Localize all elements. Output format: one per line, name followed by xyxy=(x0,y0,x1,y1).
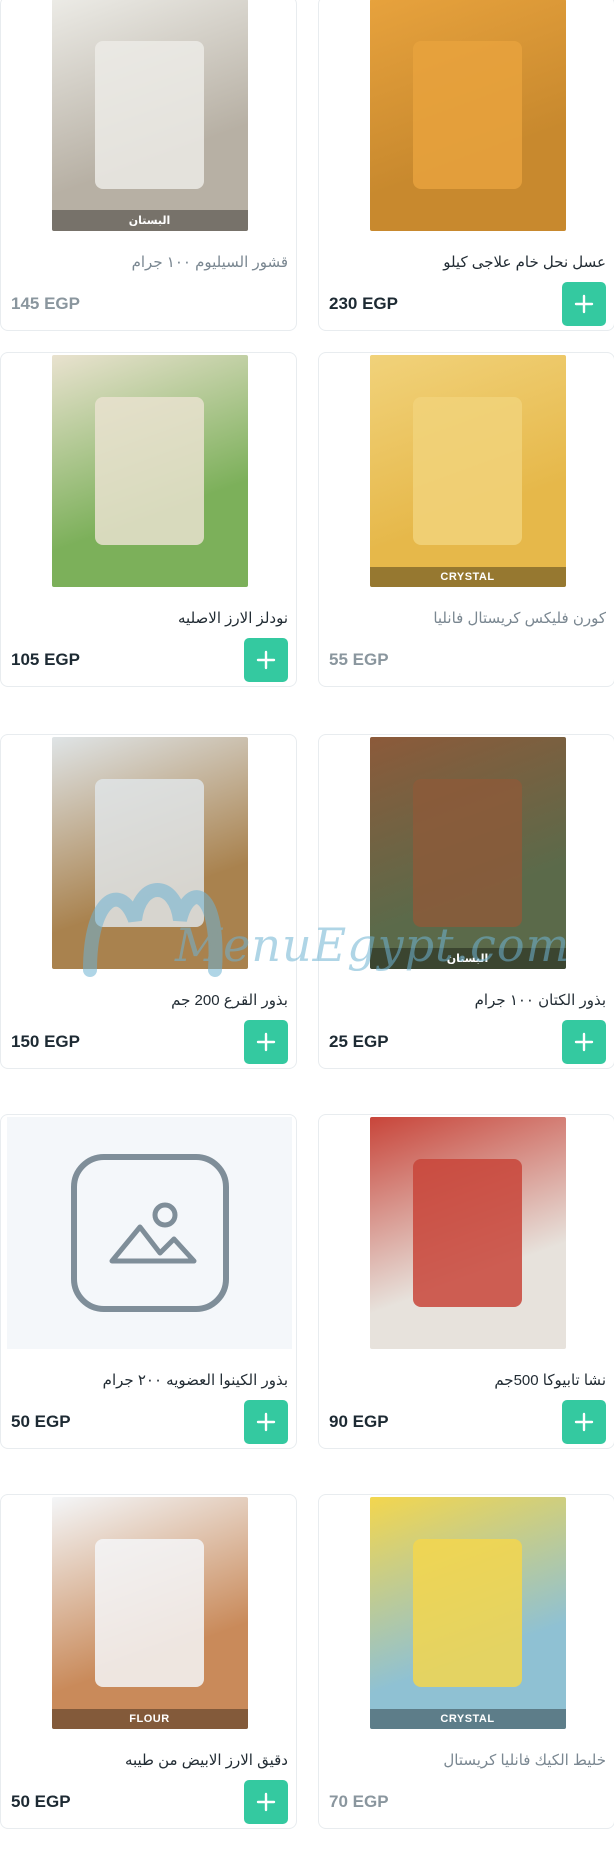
add-to-cart-button[interactable] xyxy=(244,638,288,682)
product-price: 150 EGP xyxy=(11,1032,80,1051)
plus-icon xyxy=(574,294,594,314)
product-card[interactable]: بذور الكينوا العضويه ٢٠٠ جرام 50 EGP xyxy=(0,1114,297,1449)
product-title[interactable]: بذور الكتان ١٠٠ جرام xyxy=(327,991,606,1009)
plus-icon xyxy=(574,1032,594,1052)
plus-icon xyxy=(256,1032,276,1052)
product-price: 70 EGP xyxy=(329,1792,389,1811)
product-image-container[interactable] xyxy=(325,1117,610,1349)
product-image-container[interactable] xyxy=(7,737,292,969)
product-photo-label: البستان xyxy=(369,948,566,969)
product-title[interactable]: دقيق الارز الابيض من طيبه xyxy=(9,1751,288,1769)
add-to-cart-button[interactable] xyxy=(562,1020,606,1064)
product-price: 230 EGP xyxy=(329,294,398,313)
product-card[interactable]: البستان بذور الكتان ١٠٠ جرام 25 EGP xyxy=(318,734,614,1069)
add-to-cart-button[interactable] xyxy=(244,1020,288,1064)
honey-jar-photo xyxy=(369,0,566,231)
product-card[interactable]: البستان قشور السيليوم ١٠٠ جرام 145 EGP xyxy=(0,0,297,331)
image-placeholder-icon xyxy=(7,1117,292,1349)
product-price: 25 EGP xyxy=(329,1032,389,1051)
product-title[interactable]: عسل نحل خام علاجى كيلو xyxy=(327,253,606,271)
cake-mix-box-photo: Crystal xyxy=(369,1497,566,1729)
plus-icon xyxy=(256,1792,276,1812)
product-title[interactable]: قشور السيليوم ١٠٠ جرام xyxy=(9,253,288,271)
plus-icon xyxy=(574,1412,594,1432)
product-title[interactable]: خليط الكيك فانليا كريستال xyxy=(327,1751,606,1769)
plus-icon xyxy=(256,1412,276,1432)
product-image-container[interactable]: Crystal xyxy=(325,355,610,587)
product-image-container[interactable]: البستان xyxy=(7,0,292,231)
product-title[interactable]: كورن فليكس كريستال فانليا xyxy=(327,609,606,627)
rice-flour-bag-photo: Flour xyxy=(51,1497,248,1729)
product-photo-label: البستان xyxy=(51,210,248,231)
psyllium-bag-photo: البستان xyxy=(51,0,248,231)
product-title[interactable]: نودلز الارز الاصليه xyxy=(9,609,288,627)
product-card[interactable]: عسل نحل خام علاجى كيلو 230 EGP xyxy=(318,0,614,331)
product-photo-label: Flour xyxy=(51,1709,248,1729)
product-card[interactable]: Crystal كورن فليكس كريستال فانليا 55 EGP xyxy=(318,352,614,687)
rice-noodles-pack-photo xyxy=(51,355,248,587)
product-image-container[interactable] xyxy=(7,355,292,587)
product-image-container[interactable]: البستان xyxy=(325,737,610,969)
product-card[interactable]: Flour دقيق الارز الابيض من طيبه 50 EGP xyxy=(0,1494,297,1829)
add-to-cart-button[interactable] xyxy=(244,1400,288,1444)
product-photo-label: Crystal xyxy=(369,567,566,587)
product-price: 90 EGP xyxy=(329,1412,389,1431)
product-title[interactable]: بذور الكينوا العضويه ٢٠٠ جرام xyxy=(9,1371,288,1389)
product-price: 50 EGP xyxy=(11,1792,71,1811)
product-price: 55 EGP xyxy=(329,650,389,669)
product-photo-label: Crystal xyxy=(369,1709,566,1729)
add-to-cart-button[interactable] xyxy=(562,282,606,326)
product-price: 105 EGP xyxy=(11,650,80,669)
product-image-container[interactable] xyxy=(7,1117,292,1349)
product-image-container[interactable]: Crystal xyxy=(325,1497,610,1729)
tapioca-sack-photo xyxy=(369,1117,566,1349)
product-card[interactable]: بذور القرع 200 جم 150 EGP xyxy=(0,734,297,1069)
product-card[interactable]: نودلز الارز الاصليه 105 EGP xyxy=(0,352,297,687)
flax-seeds-bag-photo: البستان xyxy=(369,737,566,969)
product-price: 50 EGP xyxy=(11,1412,71,1431)
pumpkin-seeds-bag-photo xyxy=(51,737,248,969)
product-card[interactable]: نشا تابيوكا 500جم 90 EGP xyxy=(318,1114,614,1449)
add-to-cart-button[interactable] xyxy=(562,1400,606,1444)
product-card[interactable]: Crystal خليط الكيك فانليا كريستال 70 EGP xyxy=(318,1494,614,1829)
product-image-container[interactable] xyxy=(325,0,610,231)
add-to-cart-button[interactable] xyxy=(244,1780,288,1824)
plus-icon xyxy=(256,650,276,670)
product-title[interactable]: نشا تابيوكا 500جم xyxy=(327,1371,606,1389)
product-title[interactable]: بذور القرع 200 جم xyxy=(9,991,288,1009)
corn-flakes-box-photo: Crystal xyxy=(369,355,566,587)
product-image-container[interactable]: Flour xyxy=(7,1497,292,1729)
product-price: 145 EGP xyxy=(11,294,80,313)
